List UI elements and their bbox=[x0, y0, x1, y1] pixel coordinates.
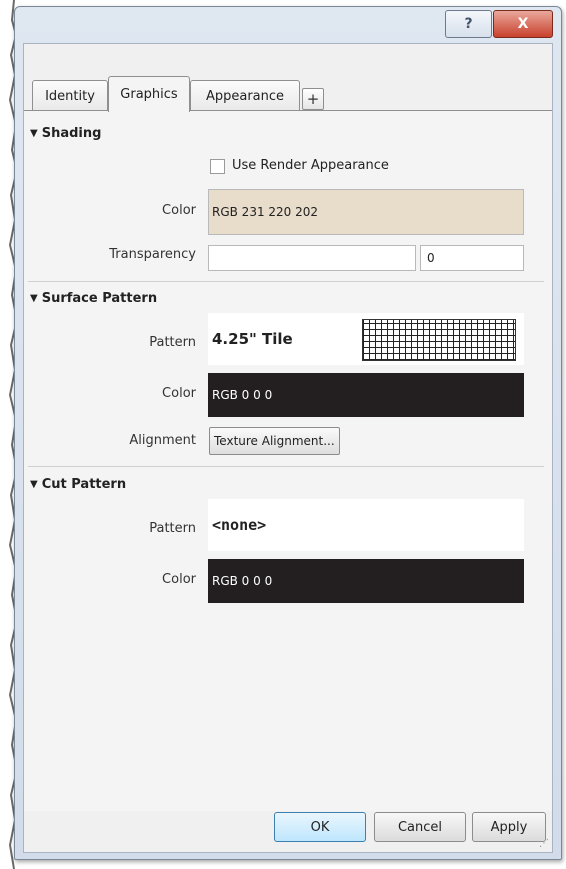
cut-color-value: RGB 0 0 0 bbox=[212, 574, 273, 588]
cancel-button[interactable]: Cancel bbox=[374, 812, 466, 842]
collapse-triangle-icon: ▼ bbox=[30, 479, 38, 490]
collapse-triangle-icon: ▼ bbox=[30, 293, 38, 304]
use-render-appearance-checkbox[interactable] bbox=[210, 159, 225, 174]
title-bar: ? X bbox=[15, 7, 561, 41]
use-render-appearance-label: Use Render Appearance bbox=[232, 158, 389, 173]
surface-color-label: Color bbox=[162, 386, 196, 401]
tab-identity[interactable]: Identity bbox=[32, 80, 108, 111]
help-button[interactable]: ? bbox=[445, 10, 492, 38]
close-icon: X bbox=[517, 16, 529, 32]
transparency-label: Transparency bbox=[109, 247, 196, 262]
cut-pattern-field[interactable]: <none> bbox=[208, 499, 524, 551]
shading-color-label: Color bbox=[162, 203, 196, 218]
cut-pattern-value: <none> bbox=[212, 516, 267, 534]
section-shading[interactable]: ▼ Shading bbox=[30, 126, 101, 141]
tab-strip: Identity Graphics Appearance + bbox=[32, 76, 542, 112]
cut-color-label: Color bbox=[162, 572, 196, 587]
dialog-client-area: Identity Graphics Appearance + ▼ Shading… bbox=[23, 43, 553, 853]
separator bbox=[28, 281, 544, 282]
section-surface-pattern[interactable]: ▼ Surface Pattern bbox=[30, 291, 157, 306]
graphics-dialog: ? X Identity Graphics Appearance + ▼ Sha… bbox=[14, 6, 562, 860]
surface-color-field[interactable]: RGB 0 0 0 bbox=[208, 373, 524, 417]
surface-pattern-label: Pattern bbox=[149, 335, 196, 350]
graphics-panel: ▼ Shading Use Render Appearance Color RG… bbox=[24, 110, 552, 811]
pattern-preview bbox=[362, 319, 516, 361]
help-icon: ? bbox=[464, 16, 473, 32]
cut-color-field[interactable]: RGB 0 0 0 bbox=[208, 559, 524, 603]
transparency-input[interactable]: 0 bbox=[420, 245, 524, 271]
surface-pattern-value: 4.25" Tile bbox=[212, 330, 293, 348]
apply-button[interactable]: Apply bbox=[472, 812, 546, 842]
section-title: Shading bbox=[41, 126, 102, 141]
section-cut-pattern[interactable]: ▼ Cut Pattern bbox=[30, 477, 126, 492]
cut-pattern-label: Pattern bbox=[149, 521, 196, 536]
shading-color-value: RGB 231 220 202 bbox=[212, 205, 319, 219]
transparency-value: 0 bbox=[427, 251, 435, 265]
collapse-triangle-icon: ▼ bbox=[30, 128, 38, 139]
add-tab-icon[interactable]: + bbox=[302, 88, 324, 110]
surface-color-value: RGB 0 0 0 bbox=[212, 388, 273, 402]
section-title: Cut Pattern bbox=[41, 477, 127, 492]
alignment-label: Alignment bbox=[129, 433, 196, 448]
transparency-slider[interactable] bbox=[208, 245, 416, 271]
shading-color-field[interactable]: RGB 231 220 202 bbox=[208, 189, 524, 235]
ok-button[interactable]: OK bbox=[274, 812, 366, 842]
tab-appearance[interactable]: Appearance bbox=[190, 80, 300, 111]
close-button[interactable]: X bbox=[493, 10, 553, 38]
resize-grip-icon[interactable]: ⋰ bbox=[539, 838, 549, 849]
tab-graphics[interactable]: Graphics bbox=[108, 76, 190, 112]
section-title: Surface Pattern bbox=[41, 291, 158, 306]
texture-alignment-button[interactable]: Texture Alignment... bbox=[209, 427, 340, 455]
separator bbox=[28, 466, 544, 467]
